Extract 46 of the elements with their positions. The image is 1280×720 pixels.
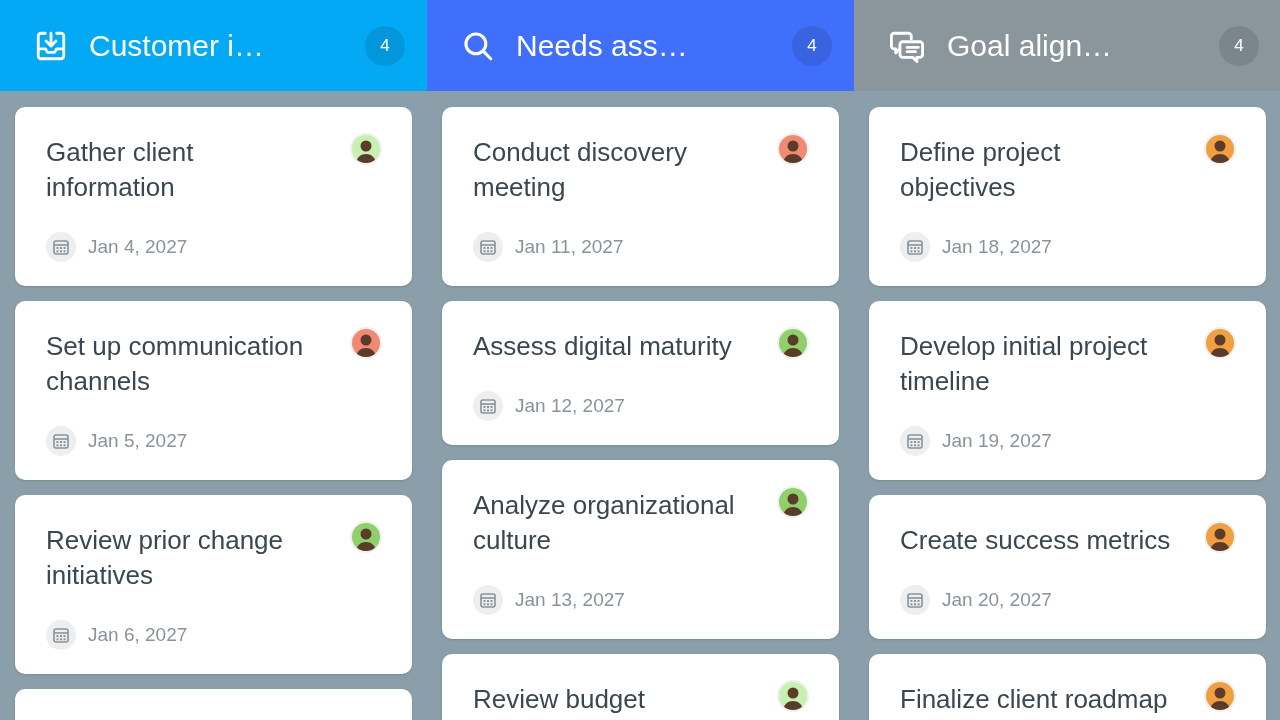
task-card[interactable]: Analyze organizational culture Jan 13, 2027 — [442, 460, 839, 639]
task-title: Create success metrics — [900, 524, 1171, 557]
due-date: Jan 5, 2027 — [88, 428, 188, 453]
task-title: Set up communication channels — [46, 330, 305, 398]
calendar-icon — [46, 620, 76, 650]
count-badge: 4 — [792, 25, 832, 66]
due-date: Jan 12, 2027 — [515, 393, 625, 418]
due-date: Jan 6, 2027 — [88, 622, 188, 647]
column-title: Customer i… — [89, 28, 266, 64]
task-title: Analyze organizational culture — [473, 489, 736, 557]
calendar-icon — [473, 391, 503, 421]
task-card[interactable]: Define project objectives Jan 18, 2027 — [869, 107, 1266, 286]
calendar-icon — [46, 232, 76, 262]
column-title: Needs ass… — [516, 28, 689, 64]
task-title: Review prior change initiatives — [46, 524, 284, 592]
task-card[interactable]: Create success metrics Jan 20, 2027 — [869, 495, 1266, 639]
due-date: Jan 19, 2027 — [942, 428, 1052, 453]
task-card[interactable]: Review budget — [442, 654, 839, 720]
count-badge: 4 — [365, 25, 405, 66]
task-title: Finalize client roadmap — [900, 683, 1168, 716]
task-title: Define project objectives — [900, 136, 1062, 204]
calendar-icon — [473, 232, 503, 262]
count-badge: 4 — [1219, 25, 1259, 66]
task-card[interactable]: Develop initial project timeline Jan 19, 2027 — [869, 301, 1266, 480]
due-date: Jan 4, 2027 — [88, 234, 188, 259]
calendar-icon — [900, 585, 930, 615]
task-card[interactable]: Assess digital maturity Jan 12, 2027 — [442, 301, 839, 445]
task-title: Conduct discovery meeting — [473, 136, 688, 204]
task-title: Review budget — [473, 683, 645, 716]
due-date: Jan 13, 2027 — [515, 587, 625, 612]
calendar-icon — [473, 585, 503, 615]
task-title: Assess digital maturity — [473, 330, 732, 363]
task-card[interactable]: Set up communication channels Jan 5, 2027 — [15, 301, 412, 480]
due-date: Jan 20, 2027 — [942, 587, 1052, 612]
task-card[interactable]: Conduct discovery meeting Jan 11, 2027 — [442, 107, 839, 286]
column-title: Goal align… — [947, 28, 1114, 64]
task-card[interactable]: Gather client information Jan 4, 2027 — [15, 107, 412, 286]
due-date: Jan 11, 2027 — [515, 234, 624, 259]
due-date: Jan 18, 2027 — [942, 234, 1052, 259]
task-title: Develop initial project timeline — [900, 330, 1149, 398]
calendar-icon — [900, 232, 930, 262]
calendar-icon — [46, 426, 76, 456]
task-card[interactable]: Finalize client roadmap — [869, 654, 1266, 720]
calendar-icon — [900, 426, 930, 456]
task-title: Gather client information — [46, 136, 195, 204]
task-card[interactable]: Review prior change initiatives Jan 6, 2027 — [15, 495, 412, 674]
